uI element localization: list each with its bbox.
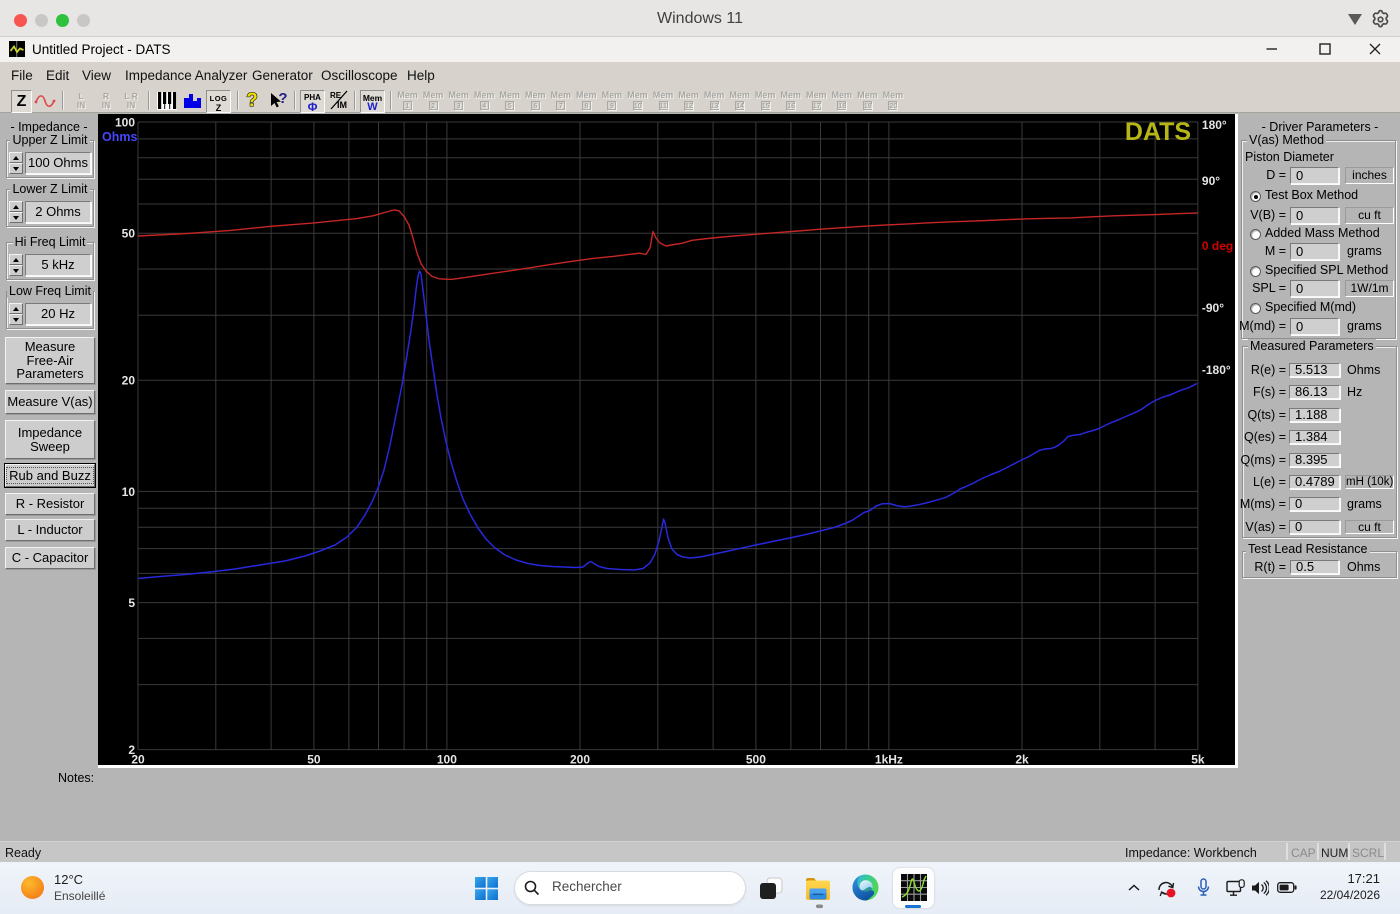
svg-text:?: ? [246,90,258,111]
svg-text:50: 50 [122,227,136,241]
svg-text:1kHz: 1kHz [875,753,903,767]
svg-text:-90°: -90° [1202,301,1224,315]
svg-text:Ohms: Ohms [102,130,137,144]
svg-text:90°: 90° [1202,174,1220,188]
svg-text:200: 200 [570,753,590,767]
svg-text:20: 20 [122,374,136,388]
svg-text:-180°: -180° [1202,363,1231,377]
svg-text:20: 20 [131,753,145,767]
svg-text:100: 100 [437,753,457,767]
svg-text:10: 10 [122,485,136,499]
svg-text:500: 500 [746,753,766,767]
svg-text:50: 50 [307,753,321,767]
svg-text:2k: 2k [1015,753,1029,767]
svg-text:5k: 5k [1191,753,1205,767]
svg-text:100: 100 [115,116,135,130]
svg-text:?: ? [278,90,287,107]
svg-text:0 deg: 0 deg [1202,239,1233,253]
svg-text:DATS: DATS [1125,118,1191,146]
svg-text:5: 5 [128,596,135,610]
svg-text:180°: 180° [1202,118,1227,132]
